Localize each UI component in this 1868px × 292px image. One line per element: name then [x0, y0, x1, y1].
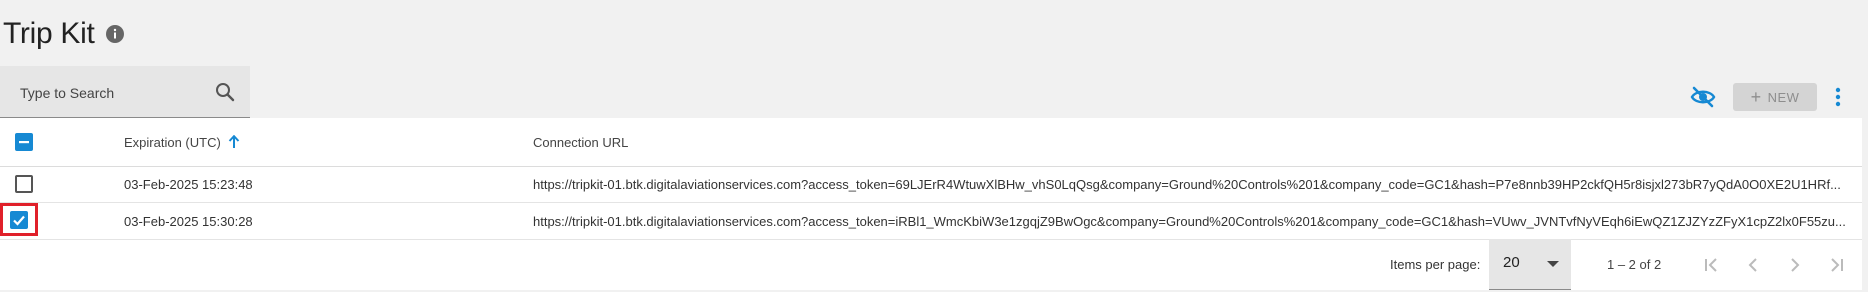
highlight-box — [0, 203, 38, 236]
connection-url-text: https://tripkit-01.btk.digitalaviationse… — [533, 176, 1841, 192]
page-range-label: 1 – 2 of 2 — [1607, 256, 1662, 272]
table-row[interactable]: 03-Feb-2025 15:23:48 https://tripkit-01.… — [0, 166, 1862, 203]
trip-kit-table: Expiration (UTC) Connection URL 03-Feb-2… — [0, 118, 1862, 290]
search-input[interactable] — [18, 80, 202, 106]
row-checkbox-cell — [0, 203, 38, 239]
select-all-checkbox[interactable] — [15, 133, 33, 151]
previous-page-icon[interactable] — [1743, 255, 1763, 275]
row-checkbox[interactable] — [15, 175, 33, 193]
connection-url-cell: https://tripkit-01.btk.digitalaviationse… — [533, 166, 1853, 202]
eye-off-icon[interactable] — [1690, 84, 1716, 110]
new-button[interactable]: + NEW — [1733, 83, 1817, 111]
row-checkbox-cell — [12, 166, 36, 202]
kebab-menu-icon[interactable] — [1829, 85, 1847, 109]
items-per-page-label: Items per page: — [1390, 256, 1481, 272]
page-title: Trip Kit — [3, 17, 95, 50]
expiration-cell: 03-Feb-2025 15:23:48 — [124, 176, 253, 192]
row-checkbox[interactable] — [10, 210, 28, 229]
last-page-icon[interactable] — [1826, 255, 1846, 275]
column-header-expiration-label: Expiration (UTC) — [124, 134, 221, 150]
select-all-cell — [12, 118, 36, 166]
connection-url-text: https://tripkit-01.btk.digitalaviationse… — [533, 213, 1846, 229]
arrow-up-icon — [228, 134, 240, 149]
table-header-row: Expiration (UTC) Connection URL — [0, 118, 1862, 167]
column-header-connection-url[interactable]: Connection URL — [533, 118, 1853, 166]
items-per-page-select[interactable]: 20 — [1489, 239, 1571, 290]
next-page-icon[interactable] — [1785, 255, 1805, 275]
items-per-page-value: 20 — [1503, 254, 1520, 271]
expiration-cell: 03-Feb-2025 15:30:28 — [124, 213, 253, 229]
chevron-down-icon — [1547, 261, 1559, 267]
column-header-expiration[interactable]: Expiration (UTC) — [124, 118, 240, 166]
first-page-icon[interactable] — [1702, 255, 1722, 275]
paginator: Items per page: 20 1 – 2 of 2 — [0, 239, 1862, 290]
search-icon[interactable] — [214, 81, 236, 103]
table-row[interactable]: 03-Feb-2025 15:30:28 https://tripkit-01.… — [0, 203, 1862, 240]
info-icon[interactable] — [105, 24, 125, 44]
plus-icon: + — [1750, 87, 1762, 107]
page-header: Trip Kit — [3, 14, 125, 54]
connection-url-cell: https://tripkit-01.btk.digitalaviationse… — [533, 203, 1853, 239]
search-box[interactable] — [0, 66, 250, 118]
column-header-connection-url-label: Connection URL — [533, 134, 629, 150]
new-button-label: NEW — [1767, 89, 1800, 105]
